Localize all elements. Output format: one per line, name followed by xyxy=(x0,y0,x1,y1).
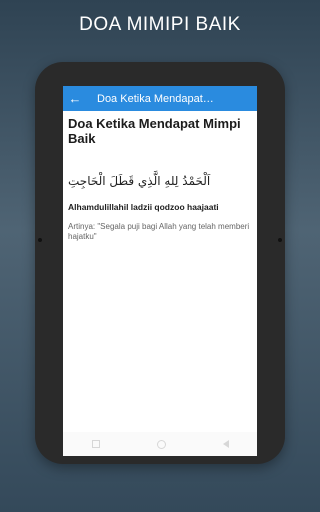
circle-icon[interactable] xyxy=(156,439,166,449)
tablet-frame: ← Doa Ketika Mendapat… Doa Ketika Mendap… xyxy=(35,62,285,464)
triangle-back-icon[interactable] xyxy=(222,440,229,448)
content-area: Doa Ketika Mendapat Mimpi Baik اَلْحَمْد… xyxy=(68,116,251,242)
back-button[interactable]: ← xyxy=(63,86,87,111)
app-bar-title: Doa Ketika Mendapat… xyxy=(97,92,214,105)
square-icon[interactable] xyxy=(91,440,100,448)
arrow-left-icon: ← xyxy=(68,91,82,106)
meaning-text: Artinya: "Segala puji bagi Allah yang te… xyxy=(68,222,250,241)
system-nav-bar xyxy=(63,432,257,456)
latin-transliteration: Alhamdulillahil ladzii qodzoo haajaati xyxy=(68,202,219,212)
app-bar: ← Doa Ketika Mendapat… xyxy=(63,86,257,111)
tablet-right-dot xyxy=(278,238,282,242)
arabic-text: اَلْحَمْدُ لِلهِ الَّذِي قَطَلَ الْحَاجِ… xyxy=(68,174,211,188)
page-heading: Doa Ketika Mendapat Mimpi Baik xyxy=(68,116,241,146)
tablet-left-dot xyxy=(38,238,42,242)
tablet-screen: ← Doa Ketika Mendapat… Doa Ketika Mendap… xyxy=(63,86,257,456)
promo-title: DOA MIMIPI BAIK xyxy=(79,14,241,35)
